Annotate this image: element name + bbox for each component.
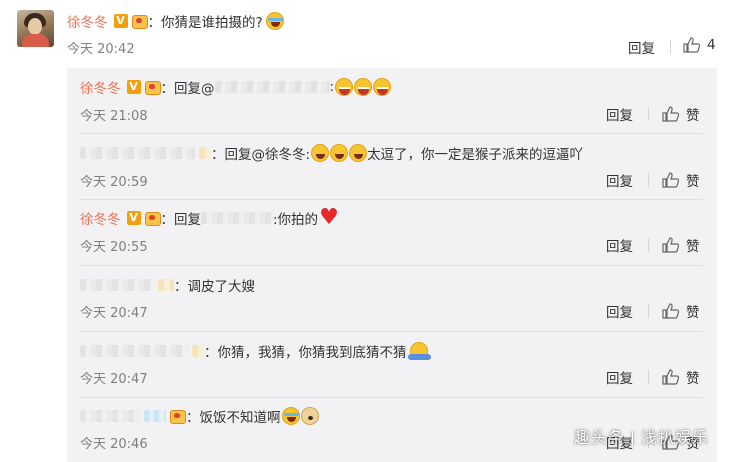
vip-badge-icon: V <box>126 211 141 225</box>
thumbs-up-icon <box>662 303 680 319</box>
reply-item: ： 调皮了大嫂 <box>80 275 255 295</box>
like-count: 4 <box>707 37 716 53</box>
blurred-badge <box>158 279 174 291</box>
blurred-username <box>80 147 195 159</box>
reply-item: ：回复@徐冬冬: 太逗了，你一定是猴子派来的逗逼吖 <box>80 143 583 163</box>
reply-text: 你猜，我猜，你猜我到底猜不猜 <box>217 345 407 361</box>
like-label: 赞 <box>686 305 700 321</box>
reply-button[interactable]: 回复 <box>606 104 633 124</box>
reply-divider <box>80 265 703 266</box>
main-comment-text: ：你猜是谁拍摄的? <box>147 15 263 31</box>
reply-text: :你拍的 <box>273 212 319 228</box>
laugh-tears-emoji-icon <box>265 12 284 30</box>
avatar-body <box>22 34 49 47</box>
reply-button[interactable]: 回复 <box>606 367 633 387</box>
fan-badge-icon <box>144 211 161 226</box>
laugh-emoji-icon <box>349 144 368 162</box>
blurred-badge <box>144 410 166 422</box>
reply-text: 太逗了，你一定是猴子派来的逗逼吖 <box>367 147 584 163</box>
reply-time: 今天 20:55 <box>80 240 148 255</box>
reply-text: 饭饭不知道啊 <box>199 410 281 426</box>
reply-username[interactable]: 徐冬冬 <box>80 208 121 228</box>
reply-prefix: ：回复@ <box>160 81 215 97</box>
grin-emoji-icon <box>373 78 392 96</box>
reply-time: 今天 21:08 <box>80 109 148 124</box>
action-divider <box>670 40 671 54</box>
reply-prefix: ： <box>186 410 200 426</box>
reply-divider <box>80 199 703 200</box>
reply-button[interactable]: 回复 <box>606 170 633 190</box>
reply-item: 徐冬冬 V ：回复@ : <box>80 77 392 97</box>
action-divider <box>648 107 649 121</box>
blurred-username <box>214 81 330 93</box>
laugh-emoji-icon <box>330 144 349 162</box>
reply-item: 徐冬冬 V ：回复 :你拍的 <box>80 205 339 230</box>
blurred-username <box>80 279 152 291</box>
avatar-face <box>28 18 42 35</box>
like-label: 赞 <box>686 371 700 387</box>
blurred-username <box>201 212 273 224</box>
thumbs-up-icon <box>662 369 680 385</box>
like-label: 赞 <box>686 239 700 255</box>
reply-prefix: ： <box>174 279 188 295</box>
action-divider <box>648 370 649 384</box>
like-label: 赞 <box>686 174 700 190</box>
blurred-username <box>80 345 188 357</box>
reply-divider <box>80 397 703 398</box>
grin-emoji-icon <box>354 78 373 96</box>
reply-time: 今天 20:59 <box>80 175 148 190</box>
reply-text: 调皮了大嫂 <box>187 279 256 295</box>
reply-button[interactable]: 回复 <box>606 235 633 255</box>
main-username[interactable]: 徐冬冬 <box>67 11 108 31</box>
reply-prefix: ：回复 <box>160 212 202 228</box>
main-like-button[interactable]: 4 <box>683 37 716 53</box>
doge-emoji-icon <box>300 407 319 425</box>
main-comment-time: 今天 20:42 <box>67 42 135 57</box>
reply-prefix: ： <box>204 345 218 361</box>
laugh-tears-emoji-icon <box>281 407 300 425</box>
like-label: 赞 <box>686 108 700 124</box>
fan-badge-icon <box>144 80 161 95</box>
reply-divider <box>80 133 703 134</box>
thumbs-up-icon <box>662 172 680 188</box>
reply-prefix: ：回复@徐冬冬: <box>211 147 311 163</box>
thumbs-up-icon <box>662 106 680 122</box>
reply-item: ： 饭饭不知道啊 <box>80 406 319 426</box>
laugh-emoji-icon <box>311 144 330 162</box>
reply-button[interactable]: 回复 <box>606 301 633 321</box>
blurred-badge <box>199 147 211 159</box>
like-button[interactable]: 赞 <box>662 170 700 190</box>
blurred-badge <box>192 345 204 357</box>
action-divider <box>648 173 649 187</box>
like-button[interactable]: 赞 <box>662 235 700 255</box>
reply-suffix: : <box>329 79 335 95</box>
shrug-emoji-icon <box>407 342 431 360</box>
vip-badge-icon: V <box>126 80 141 94</box>
thumbs-up-icon <box>662 237 680 253</box>
action-divider <box>648 238 649 252</box>
main-comment: 徐冬冬 V ：你猜是谁拍摄的? 今天 20:42 回复 4 <box>0 0 729 68</box>
fan-badge-icon <box>170 409 186 424</box>
thumbs-up-icon <box>683 37 701 53</box>
heart-emoji-icon <box>319 205 339 230</box>
blurred-username <box>80 410 140 422</box>
like-button[interactable]: 赞 <box>662 367 700 387</box>
reply-divider <box>80 331 703 332</box>
vip-badge-icon: V <box>113 14 128 28</box>
main-reply-button[interactable]: 回复 <box>628 37 655 57</box>
grin-emoji-icon <box>335 78 354 96</box>
fan-badge-icon <box>131 14 148 29</box>
like-button[interactable]: 赞 <box>662 104 700 124</box>
reply-item: ： 你猜，我猜，你猜我到底猜不猜 <box>80 341 431 361</box>
reply-time: 今天 20:47 <box>80 306 148 321</box>
like-button[interactable]: 赞 <box>662 301 700 321</box>
reply-time: 今天 20:46 <box>80 437 148 452</box>
main-comment-line: 徐冬冬 V ：你猜是谁拍摄的? <box>67 11 284 31</box>
reply-username[interactable]: 徐冬冬 <box>80 77 121 97</box>
reply-time: 今天 20:47 <box>80 372 148 387</box>
avatar[interactable] <box>17 10 54 47</box>
watermark: 趣头条 | 浅扒娱乐 <box>573 430 709 447</box>
action-divider <box>648 304 649 318</box>
